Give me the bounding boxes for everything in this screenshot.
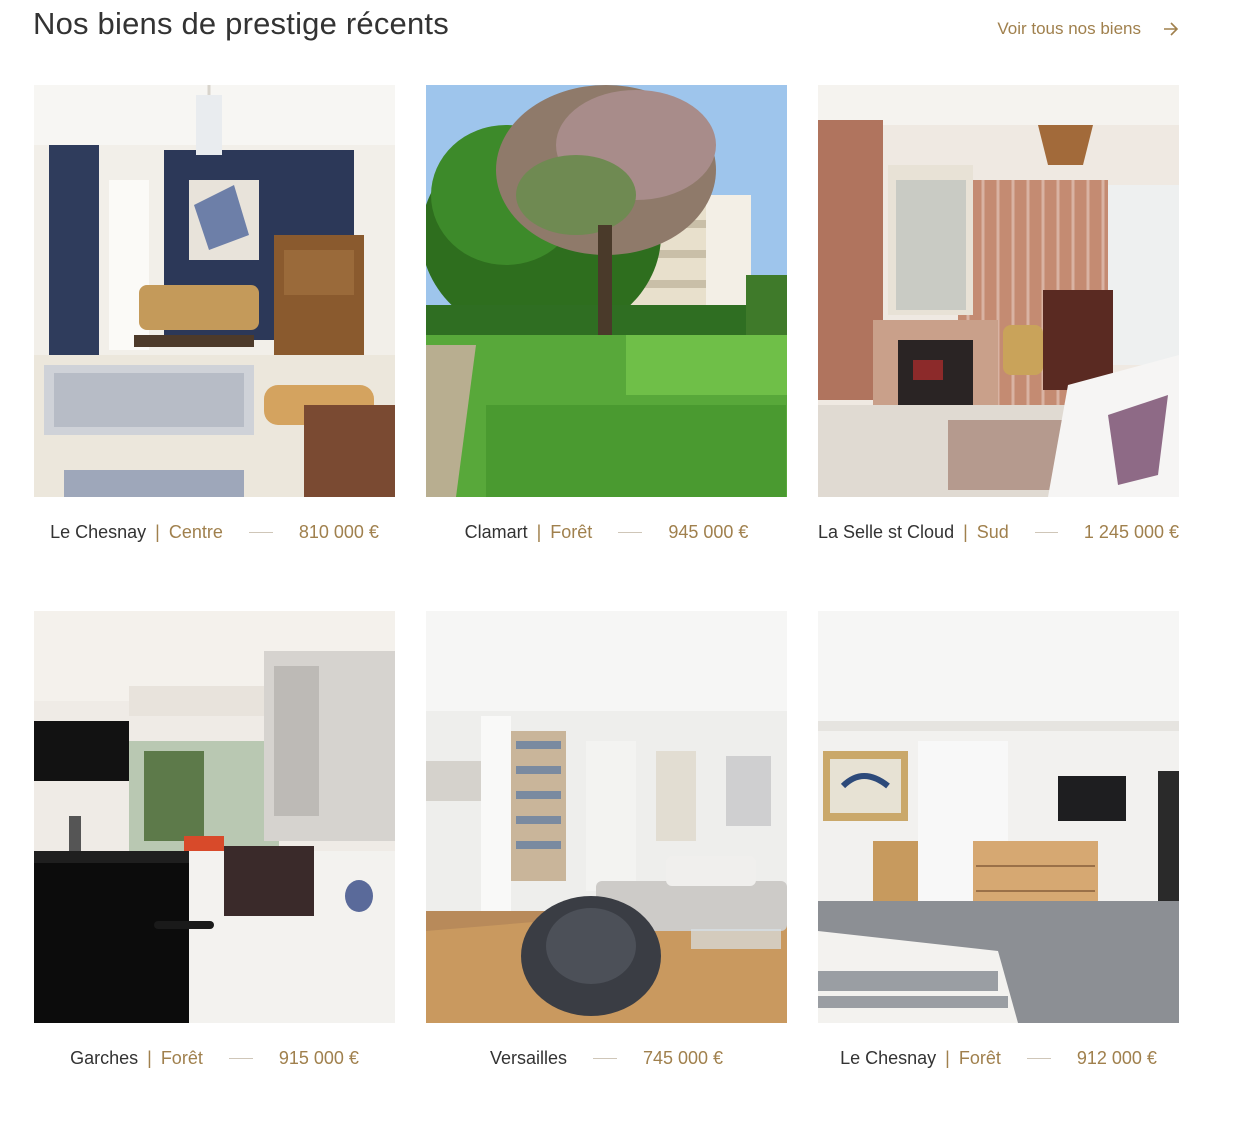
listing-price: 810 000 € [298, 521, 379, 542]
listing-city: Le Chesnay [50, 521, 147, 542]
listing-city: La Selle st Cloud [818, 521, 955, 542]
arrow-right-icon [1164, 22, 1179, 36]
listing-card[interactable]: Garches | Forêt 915 000 € [34, 611, 395, 1137]
listing-city: Clamart [464, 521, 528, 542]
garden-photo[interactable] [426, 85, 787, 497]
salon-photo[interactable] [426, 611, 787, 1023]
living-room-photo[interactable] [34, 85, 395, 497]
listing-district: Forêt [160, 1047, 203, 1068]
price-divider [1026, 1057, 1051, 1059]
listing-district: Forêt [550, 521, 593, 542]
district-separator: | [536, 521, 542, 542]
page-title: Nos biens de prestige récents [33, 6, 449, 41]
bedroom-photo[interactable] [818, 85, 1179, 497]
listing-card[interactable]: Le Chesnay | Centre 810 000 € [34, 85, 395, 611]
listing-card[interactable]: Le Chesnay | Forêt 912 000 € [818, 611, 1179, 1137]
price-divider [592, 1057, 617, 1059]
listing-card[interactable]: Versailles 745 000 € [426, 611, 787, 1137]
price-divider [618, 531, 643, 533]
listing-caption: La Selle st Cloud | Sud 1 245 000 € [818, 497, 1179, 567]
listing-caption: Le Chesnay | Centre 810 000 € [34, 497, 395, 567]
listing-card[interactable]: La Selle st Cloud | Sud 1 245 000 € [818, 85, 1179, 611]
see-all-listings-link[interactable]: Voir tous nos biens [997, 19, 1179, 39]
listing-price: 912 000 € [1076, 1047, 1157, 1068]
listing-city: Versailles [489, 1047, 567, 1068]
see-all-label: Voir tous nos biens [997, 19, 1141, 38]
listing-caption: Garches | Forêt 915 000 € [34, 1023, 395, 1093]
district-separator: | [147, 1047, 152, 1068]
price-divider [248, 531, 273, 533]
listing-district: Centre [168, 521, 223, 542]
listing-card[interactable]: Clamart | Forêt 945 000 € [426, 85, 787, 611]
listing-price: 1 245 000 € [1083, 521, 1179, 542]
kitchen-photo[interactable] [34, 611, 395, 1023]
listing-price: 915 000 € [278, 1047, 359, 1068]
listing-city: Garches [70, 1047, 139, 1068]
section-header: Nos biens de prestige récents Voir tous … [33, 0, 1179, 60]
listings-grid: Le Chesnay | Centre 810 000 € Clamart | … [34, 85, 1179, 1137]
listing-caption: Clamart | Forêt 945 000 € [426, 497, 787, 567]
district-separator: | [945, 1047, 950, 1068]
listing-caption: Versailles 745 000 € [426, 1023, 787, 1093]
listing-price: 745 000 € [642, 1047, 724, 1068]
district-separator: | [155, 521, 160, 542]
district-separator: | [963, 521, 968, 542]
listing-caption: Le Chesnay | Forêt 912 000 € [818, 1023, 1179, 1093]
listing-district: Sud [976, 521, 1009, 542]
price-divider [228, 1057, 253, 1059]
bedroom-loft-photo[interactable] [818, 611, 1179, 1023]
listing-city: Le Chesnay [840, 1047, 937, 1068]
listing-district: Forêt [958, 1047, 1001, 1068]
listing-price: 945 000 € [668, 521, 749, 542]
price-divider [1034, 531, 1058, 533]
